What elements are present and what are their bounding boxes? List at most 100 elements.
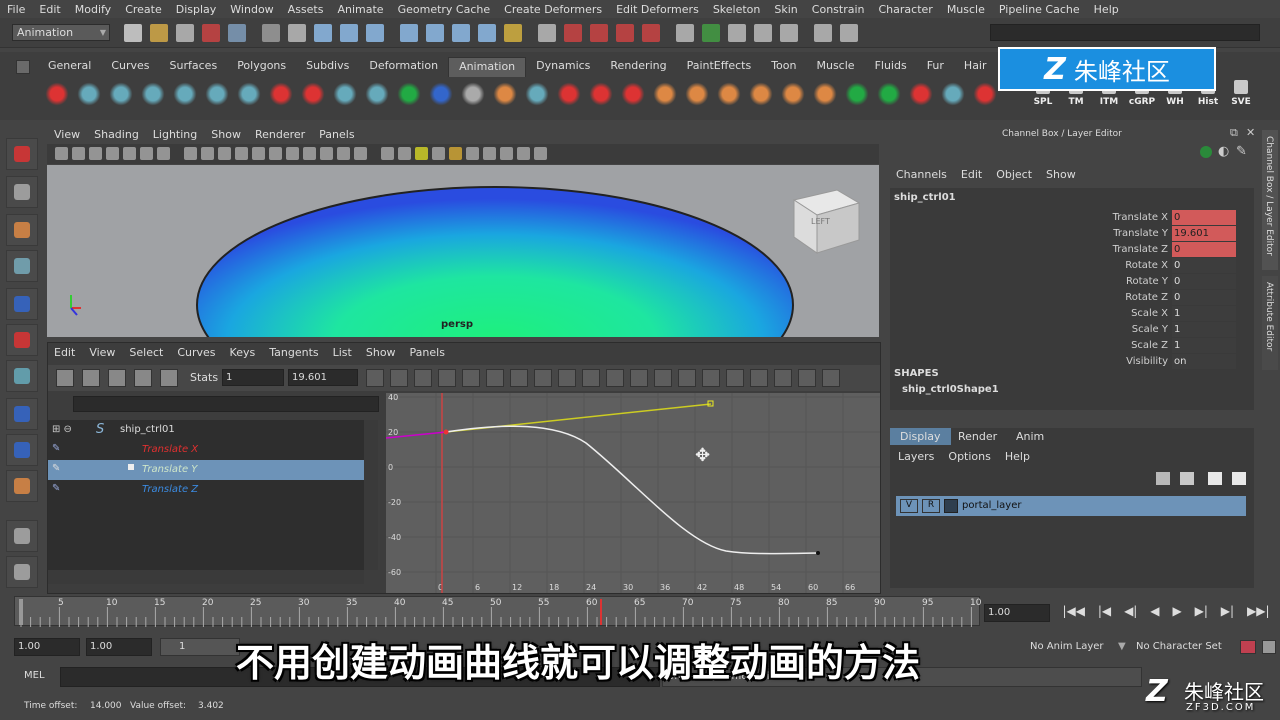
tangent-tool-icon[interactable] bbox=[486, 369, 504, 387]
toolbox-tool-icon[interactable] bbox=[6, 360, 38, 392]
panel-menu-item[interactable]: View bbox=[54, 128, 80, 141]
step-forward-key-icon[interactable]: ▶| bbox=[1195, 604, 1208, 622]
attribute-value-field[interactable]: 1 bbox=[1172, 306, 1236, 321]
tangent-tool-icon[interactable] bbox=[774, 369, 792, 387]
shelf-tool-icon[interactable] bbox=[620, 80, 646, 108]
shelf-tab[interactable]: PaintEffects bbox=[677, 57, 762, 77]
panel-menu-item[interactable]: Curves bbox=[177, 346, 215, 359]
toolbox-tool-icon[interactable] bbox=[6, 176, 38, 208]
attribute-value-field[interactable]: 1 bbox=[1172, 322, 1236, 337]
viewport-toolbar-icon[interactable] bbox=[184, 147, 197, 160]
shelf-tab[interactable]: Dynamics bbox=[526, 57, 600, 77]
side-tab-channel-box[interactable]: Channel Box / Layer Editor bbox=[1262, 130, 1278, 270]
status-line-button-icon[interactable] bbox=[340, 24, 358, 42]
tangent-tool-icon[interactable] bbox=[798, 369, 816, 387]
shelf-tool-icon[interactable] bbox=[780, 80, 806, 108]
toolbox-tool-icon[interactable] bbox=[6, 470, 38, 502]
character-set-selector[interactable]: No Character Set bbox=[1136, 641, 1222, 652]
viewport-toolbar-icon[interactable] bbox=[201, 147, 214, 160]
attribute-value-field[interactable]: on bbox=[1172, 354, 1236, 369]
viewport-toolbar-icon[interactable] bbox=[218, 147, 231, 160]
status-line-button-icon[interactable] bbox=[202, 24, 220, 42]
status-line-button-icon[interactable] bbox=[504, 24, 522, 42]
dropdown-arrow-icon[interactable]: ▼ bbox=[1118, 641, 1126, 652]
menu-item[interactable]: Edit Deformers bbox=[609, 3, 706, 16]
channel-attribute-row[interactable]: Translate X 0 bbox=[890, 210, 1236, 226]
shelf-tool-icon[interactable] bbox=[556, 80, 582, 108]
disc-mesh[interactable] bbox=[196, 186, 794, 337]
viewport-toolbar-icon[interactable] bbox=[337, 147, 350, 160]
attribute-value-field[interactable]: 0 bbox=[1172, 290, 1236, 305]
outliner-object-name[interactable]: ship_ctrl01 bbox=[120, 424, 175, 435]
viewport-toolbar-icon[interactable] bbox=[517, 147, 530, 160]
menu-item[interactable]: Skeleton bbox=[706, 3, 768, 16]
status-line-button-icon[interactable] bbox=[400, 24, 418, 42]
menu-item[interactable]: Assets bbox=[281, 3, 331, 16]
status-line-button-icon[interactable] bbox=[426, 24, 444, 42]
panel-menu-item[interactable]: Edit bbox=[54, 346, 75, 359]
viewport-toolbar-icon[interactable] bbox=[72, 147, 85, 160]
panel-menu-item[interactable]: Object bbox=[996, 168, 1032, 181]
keyframe-start[interactable] bbox=[443, 429, 449, 435]
shelf-tool-icon[interactable] bbox=[876, 80, 902, 108]
graph-toolbar-icon[interactable] bbox=[82, 369, 100, 387]
stats-frame-field[interactable]: 1 bbox=[222, 369, 284, 386]
attribute-value-field[interactable]: 0 bbox=[1172, 242, 1236, 257]
command-language-label[interactable]: MEL bbox=[24, 670, 45, 681]
toolbox-tool-icon[interactable] bbox=[6, 520, 38, 552]
shelf-tool-icon[interactable] bbox=[428, 80, 454, 108]
shelf-tool-icon[interactable] bbox=[492, 80, 518, 108]
tangent-tool-icon[interactable] bbox=[582, 369, 600, 387]
go-to-end-icon[interactable]: ▶▶| bbox=[1247, 604, 1270, 622]
channel-attribute-row[interactable]: Translate Y 19.601 bbox=[890, 226, 1236, 242]
move-down-icon[interactable] bbox=[1232, 472, 1246, 485]
shelf-tab[interactable]: Deformation bbox=[359, 57, 448, 77]
shelf-tab[interactable]: Surfaces bbox=[160, 57, 228, 77]
keyframe-end[interactable] bbox=[816, 551, 820, 555]
outliner-filter-field[interactable] bbox=[73, 396, 379, 412]
shelf-tab[interactable]: Polygons bbox=[227, 57, 296, 77]
layer-reference-toggle[interactable]: R bbox=[922, 499, 940, 513]
menu-item[interactable]: Create bbox=[118, 3, 169, 16]
status-line-button-icon[interactable] bbox=[814, 24, 832, 42]
attribute-value-field[interactable]: 19.601 bbox=[1172, 226, 1236, 241]
preferences-icon[interactable] bbox=[1262, 640, 1276, 654]
toolbox-tool-icon[interactable] bbox=[6, 556, 38, 588]
shelf-tool-icon[interactable] bbox=[940, 80, 966, 108]
menu-item[interactable]: Animate bbox=[330, 3, 390, 16]
toolbox-tool-icon[interactable] bbox=[6, 398, 38, 430]
menu-item[interactable]: Display bbox=[169, 3, 224, 16]
viewport-toolbar-icon[interactable] bbox=[106, 147, 119, 160]
new-layer-icon[interactable] bbox=[1156, 472, 1170, 485]
step-forward-frame-icon[interactable]: ▶| bbox=[1221, 604, 1234, 622]
channel-row-translate-x[interactable]: ✎ Translate X bbox=[48, 440, 364, 460]
viewport-toolbar-icon[interactable] bbox=[449, 147, 462, 160]
layer-visibility-toggle[interactable]: V bbox=[900, 499, 918, 513]
viewport-toolbar-icon[interactable] bbox=[466, 147, 479, 160]
shelf-tool-icon[interactable] bbox=[972, 80, 998, 108]
tangent-tool-icon[interactable] bbox=[534, 369, 552, 387]
viewport-toolbar-icon[interactable] bbox=[381, 147, 394, 160]
channel-attribute-row[interactable]: Scale Z 1 bbox=[890, 338, 1236, 354]
tangent-tool-icon[interactable] bbox=[678, 369, 696, 387]
panel-menu-item[interactable]: Keys bbox=[230, 346, 256, 359]
shelf-menu-icon[interactable] bbox=[16, 60, 30, 74]
menu-item[interactable]: Create Deformers bbox=[497, 3, 609, 16]
menu-item[interactable]: Character bbox=[872, 3, 940, 16]
shelf-tool-icon[interactable] bbox=[268, 80, 294, 108]
layer-color-swatch[interactable] bbox=[944, 499, 958, 513]
tangent-tool-icon[interactable] bbox=[606, 369, 624, 387]
keyed-indicator-icon[interactable] bbox=[1200, 146, 1212, 158]
channel-attribute-row[interactable]: Rotate Z 0 bbox=[890, 290, 1236, 306]
current-frame-field[interactable]: 1.00 bbox=[984, 604, 1050, 622]
toolbox-tool-icon[interactable] bbox=[6, 250, 38, 282]
menu-item[interactable]: Muscle bbox=[940, 3, 992, 16]
status-line-button-icon[interactable] bbox=[452, 24, 470, 42]
shelf-tool-icon[interactable] bbox=[300, 80, 326, 108]
viewport-toolbar-icon[interactable] bbox=[235, 147, 248, 160]
channel-attribute-row[interactable]: Rotate X 0 bbox=[890, 258, 1236, 274]
shape-name[interactable]: ship_ctrl0Shape1 bbox=[902, 384, 999, 395]
shelf-tool-icon[interactable] bbox=[108, 80, 134, 108]
panel-menu-item[interactable]: Layers bbox=[898, 450, 934, 463]
shelf-tab[interactable]: Hair bbox=[954, 57, 997, 77]
